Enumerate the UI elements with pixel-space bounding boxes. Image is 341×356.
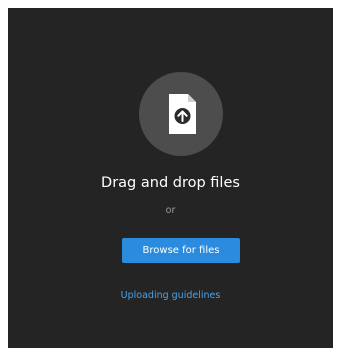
- upload-dropzone[interactable]: Drag and drop files or Browse for files …: [8, 8, 333, 348]
- uploading-guidelines-link[interactable]: Uploading guidelines: [121, 290, 221, 301]
- guidelines-container: Uploading guidelines: [8, 283, 333, 302]
- dropzone-title: Drag and drop files: [101, 175, 240, 191]
- browse-files-button[interactable]: Browse for files: [122, 238, 240, 263]
- file-upload-icon: [139, 72, 223, 156]
- or-separator: or: [165, 205, 176, 216]
